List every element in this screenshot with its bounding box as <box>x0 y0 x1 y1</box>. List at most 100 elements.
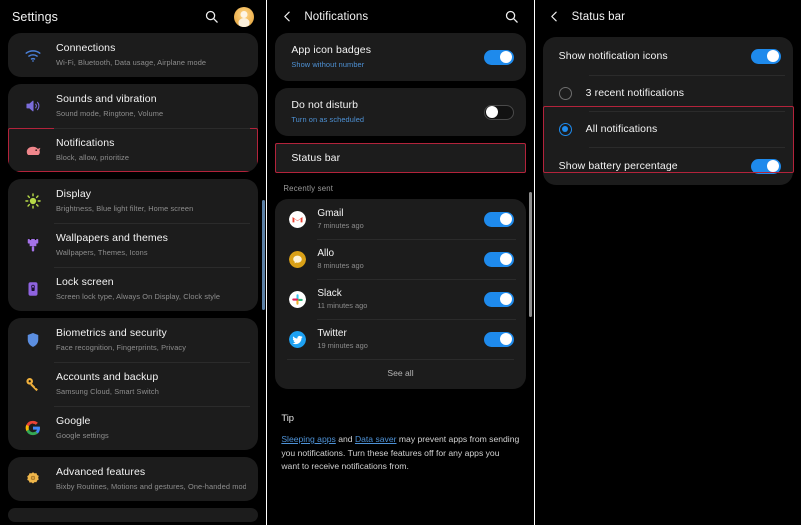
settings-group-connections: Connections Wi-Fi, Bluetooth, Data usage… <box>8 33 259 77</box>
row-text: Display Brightness, Blue light filter, H… <box>56 188 246 214</box>
sidebar-item-notifications[interactable]: Notifications Block, allow, prioritize <box>8 128 259 172</box>
sidebar-item-wallpapers-and-themes[interactable]: Wallpapers and themes Wallpapers, Themes… <box>8 223 258 267</box>
item-title: Notifications <box>56 137 115 150</box>
gmail-icon <box>289 210 307 228</box>
setting-app-icon-badges[interactable]: App icon badges Show without number <box>275 33 525 81</box>
app-text: Slack 11 minutes ago <box>317 287 475 311</box>
toggle-allo[interactable] <box>483 251 514 267</box>
notifications-icon <box>20 137 46 163</box>
allo-icon <box>289 250 307 268</box>
app-time: 19 minutes ago <box>317 341 368 350</box>
settings-group-display: Display Brightness, Blue light filter, H… <box>8 179 259 311</box>
toggle-knob <box>500 293 513 306</box>
app-time: 8 minutes ago <box>317 261 364 270</box>
scrollbar-settings[interactable] <box>262 200 265 310</box>
item-title: Accounts and backup <box>56 371 159 384</box>
paintbrush-icon <box>20 232 46 258</box>
toggle-knob <box>767 50 780 63</box>
list-item[interactable]: Allo 8 minutes ago <box>275 239 525 279</box>
page-title: Notifications <box>304 10 369 23</box>
toggle-knob <box>485 106 498 119</box>
radio-button[interactable] <box>558 86 572 100</box>
recently-sent-label: Recently sent <box>283 184 334 193</box>
twitter-icon <box>289 330 307 348</box>
item-subtitle: Face recognition, Fingerprints, Privacy <box>56 342 187 352</box>
card-do-not-disturb: Do not disturb Turn on as scheduled <box>275 88 526 136</box>
row-text: Google Google settings <box>56 415 246 441</box>
toggle-show-battery-percentage[interactable] <box>750 158 781 174</box>
item-title: Show notification icons <box>558 49 668 62</box>
toggle-gmail[interactable] <box>483 211 514 227</box>
card-recently-sent-apps: Gmail 7 minutes ago Allo 8 minutes ago S… <box>275 199 526 389</box>
row-text: Biometrics and security Face recognition… <box>56 327 246 353</box>
item-title: Display <box>56 188 92 201</box>
sidebar-item-google[interactable]: Google Google settings <box>8 406 258 450</box>
page-title: Status bar <box>571 10 626 23</box>
sidebar-item-connections[interactable]: Connections Wi-Fi, Bluetooth, Data usage… <box>8 33 258 77</box>
shield-icon <box>20 327 46 353</box>
radio-option-all-notifications[interactable]: All notifications <box>543 111 793 147</box>
item-subtitle: Block, allow, prioritize <box>56 152 130 162</box>
scrollbar-notifications[interactable] <box>528 192 532 317</box>
list-item[interactable]: Gmail 7 minutes ago <box>275 199 525 239</box>
setting-do-not-disturb[interactable]: Do not disturb Turn on as scheduled <box>275 88 525 136</box>
sidebar-item-accounts-and-backup[interactable]: Accounts and backup Samsung Cloud, Smart… <box>8 362 258 406</box>
radio-option-3-recent-notifications[interactable]: 3 recent notifications <box>543 75 793 111</box>
search-icon[interactable] <box>502 7 522 27</box>
back-arrow-icon[interactable] <box>547 9 563 25</box>
toggle-show-notification-icons[interactable] <box>750 48 781 64</box>
tip-heading: Tip <box>281 412 295 423</box>
settings-group-security: Biometrics and security Face recognition… <box>8 318 259 450</box>
wifi-icon <box>20 42 46 68</box>
row-text: Wallpapers and themes Wallpapers, Themes… <box>56 232 246 258</box>
google-icon <box>20 415 46 441</box>
see-all-button[interactable]: See all <box>275 359 525 389</box>
tip-body: Sleeping apps and Data saver may prevent… <box>281 433 519 474</box>
sidebar-item-biometrics-and-security[interactable]: Biometrics and security Face recognition… <box>8 318 258 362</box>
tip-section: Tip Sleeping apps and Data saver may pre… <box>267 396 533 474</box>
sidebar-item-sounds-and-vibration[interactable]: Sounds and vibration Sound mode, Rington… <box>8 84 258 128</box>
row-text: App icon badges Show without number <box>287 44 475 70</box>
setting-show-battery-percentage[interactable]: Show battery percentage <box>543 147 793 185</box>
item-subtitle: Turn on as scheduled <box>291 114 365 124</box>
setting-show-notification-icons[interactable]: Show notification icons <box>543 37 793 75</box>
toggle-knob <box>500 253 513 266</box>
item-title: Wallpapers and themes <box>56 232 169 245</box>
app-text: Twitter 19 minutes ago <box>317 327 475 351</box>
toggle-knob <box>500 213 513 226</box>
row-text: Notifications Block, allow, prioritize <box>56 137 246 163</box>
card-status-bar[interactable]: Status bar <box>275 143 526 173</box>
toggle-slack[interactable] <box>483 291 514 307</box>
radio-button-selected[interactable] <box>558 122 572 136</box>
search-icon[interactable] <box>201 7 221 27</box>
key-icon <box>20 371 46 397</box>
toggle-twitter[interactable] <box>483 331 514 347</box>
app-name: Slack <box>317 288 342 299</box>
item-subtitle: Show without number <box>291 59 365 69</box>
list-item[interactable]: Slack 11 minutes ago <box>275 279 525 319</box>
toggle-knob <box>767 160 780 173</box>
tip-mid: and <box>335 434 355 444</box>
setting-status-bar[interactable]: Status bar <box>275 143 525 173</box>
card-app-icon-badges: App icon badges Show without number <box>275 33 526 81</box>
settings-group-advanced: Advanced features Bixby Routines, Motion… <box>8 457 259 501</box>
item-title: 3 recent notifications <box>585 86 685 99</box>
data-saver-link[interactable]: Data saver <box>355 434 397 444</box>
toggle-knob <box>500 333 513 346</box>
sidebar-item-lock-screen[interactable]: Lock screen Screen lock type, Always On … <box>8 267 258 311</box>
sidebar-item-advanced-features[interactable]: Advanced features Bixby Routines, Motion… <box>8 457 258 501</box>
sleeping-apps-link[interactable]: Sleeping apps <box>281 434 335 444</box>
item-title: Lock screen <box>56 276 114 289</box>
item-title: Sounds and vibration <box>56 93 157 106</box>
sidebar-item-display[interactable]: Display Brightness, Blue light filter, H… <box>8 179 258 223</box>
row-text: Show battery percentage <box>555 160 743 173</box>
back-arrow-icon[interactable] <box>279 9 295 25</box>
avatar[interactable] <box>234 6 255 27</box>
app-name: Gmail <box>317 208 344 219</box>
panel-status-bar: Status bar Show notification icons 3 rec… <box>534 0 801 525</box>
list-item[interactable]: Twitter 19 minutes ago <box>275 319 525 359</box>
speaker-icon <box>20 93 46 119</box>
toggle-app-icon-badges[interactable] <box>483 49 514 65</box>
toggle-do-not-disturb[interactable] <box>483 104 514 120</box>
item-title: Do not disturb <box>291 99 359 112</box>
